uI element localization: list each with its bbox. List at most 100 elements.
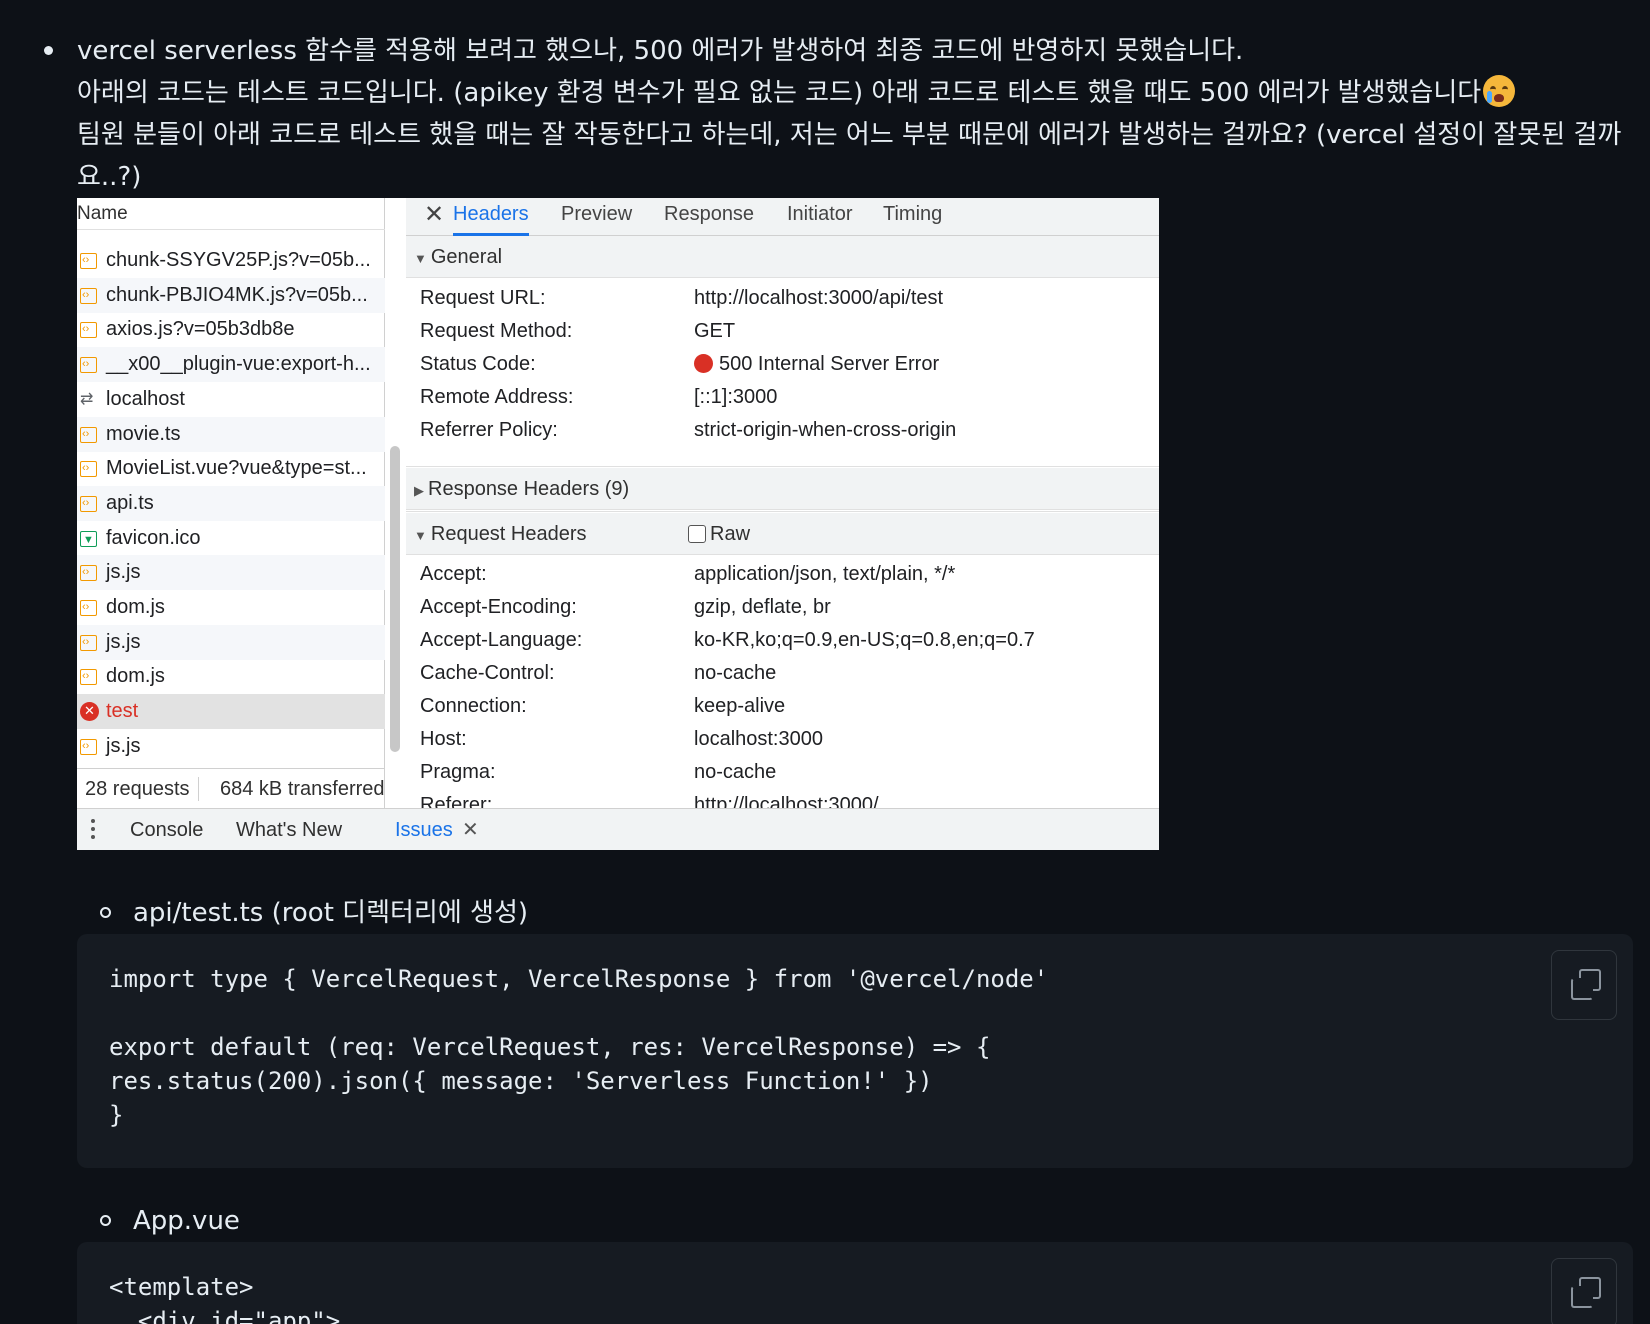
request-name: chunk-SSYGV25P.js?v=05b... [106,249,371,271]
drawer-tab-console[interactable]: Console [130,809,203,850]
request-row[interactable]: js.js [77,729,385,764]
raw-toggle[interactable]: Raw [688,513,750,555]
script-file-icon [80,243,97,278]
request-name: movie.ts [106,422,181,445]
header-value: strict-origin-when-cross-origin [694,419,957,441]
sub-list-bullet [100,1215,111,1226]
drawer-tab-issues[interactable]: Issues [395,809,453,850]
request-row[interactable]: dom.js [77,590,385,625]
drawer-tab-whats-new[interactable]: What's New [236,809,342,850]
network-request-list: Name chunk-SSYGV25P.js?v=05b... chunk-PBJ… [77,198,400,808]
request-row[interactable]: chunk-SSYGV25P.js?v=05b... [77,243,385,278]
header-value: 500 Internal Server Error [694,348,939,381]
header-key: Connection: [420,695,527,717]
request-row[interactable]: __x00__plugin-vue:export-h... [77,347,385,383]
header-key: Pragma: [420,761,496,783]
header-value: gzip, deflate, br [694,596,831,618]
response-headers-title: Response Headers (9) [428,478,630,500]
tab-preview[interactable]: Preview [561,198,632,230]
request-header-row: Pragma: no-cache [406,756,1159,789]
request-row[interactable]: favicon.ico [77,521,385,556]
devtools-drawer-bar: Console What's New Issues ✕ [77,808,1159,850]
script-file-icon [80,417,97,452]
post-line-1: vercel serverless 함수를 적용해 보려고 했으나, 500 에… [77,36,1244,66]
header-value: GET [694,320,736,342]
raw-checkbox[interactable] [688,525,706,543]
general-row: Status Code: 500 Internal Server Error [406,348,1159,381]
status-code-text: 500 Internal Server Error [719,353,940,375]
request-row[interactable]: movie.ts [77,416,385,452]
tab-timing[interactable]: Timing [883,198,942,230]
header-key: Accept-Encoding: [420,596,577,618]
script-file-icon [80,659,97,694]
more-options-icon[interactable] [91,819,95,841]
section-label-api-test: api/test.ts (root 디렉터리에 생성) [133,898,529,928]
general-section-header[interactable]: ▼ General [406,236,1159,278]
request-name: js.js [106,561,141,584]
triangle-down-icon: ▼ [414,251,427,266]
request-row[interactable]: dom.js [77,659,385,694]
divider [406,466,1159,467]
request-headers-section-header[interactable]: ▼ Request Headers Raw [406,513,1159,555]
header-value: keep-alive [694,695,786,717]
name-column-header[interactable]: Name [77,198,385,230]
request-name: axios.js?v=05b3db8e [106,318,295,341]
request-row[interactable]: test [77,694,385,730]
request-headers-title: Request Headers [430,523,587,545]
close-issues-icon[interactable]: ✕ [462,809,479,850]
script-file-icon [80,451,97,486]
request-row[interactable]: chunk-PBJIO4MK.js?v=05b... [77,277,385,313]
header-value: no-cache [694,761,777,783]
code-line: res.status(200).json({ message: 'Serverl… [109,1067,933,1095]
script-file-icon [80,312,97,347]
general-row: Request URL: http://localhost:3000/api/te… [406,282,1159,315]
request-header-row: Host: localhost:3000 [406,723,1159,756]
request-header-row: Accept-Language: ko-KR,ko;q=0.9,en-US;q=0… [406,624,1159,657]
general-title: General [430,246,503,268]
request-row[interactable]: axios.js?v=05b3db8e [77,312,385,347]
post-line-2: 아래의 코드는 테스트 코드입니다. (apikey 환경 변수가 필요 없는 … [77,72,1637,114]
request-name: chunk-PBJIO4MK.js?v=05b... [106,283,368,306]
request-row[interactable]: api.ts [77,485,385,521]
tab-response[interactable]: Response [664,198,754,230]
code-block-app-vue: <template> <div id="app"> [77,1242,1633,1324]
header-value: localhost:3000 [694,728,823,750]
request-row[interactable]: MovieList.vue?vue&type=st... [77,451,385,486]
error-icon [80,694,99,728]
header-key: Accept: [420,563,487,585]
request-row[interactable]: js.js [77,555,385,591]
code-line: <template> [109,1273,254,1301]
tab-initiator[interactable]: Initiator [787,198,853,230]
list-bullet [44,46,53,55]
copy-code-button[interactable] [1551,950,1617,1020]
tab-headers[interactable]: Headers [453,198,529,236]
close-icon[interactable]: ✕ [424,200,444,229]
image-icon [80,523,97,556]
request-header-row: Connection: keep-alive [406,690,1159,723]
request-row[interactable]: localhost [77,382,385,417]
header-value: ko-KR,ko;q=0.9,en-US;q=0.8,en;q=0.7 [694,629,1035,651]
copy-code-button[interactable] [1551,1258,1617,1324]
request-name: js.js [106,734,141,757]
script-file-icon [80,590,97,625]
general-row: Referrer Policy: strict-origin-when-cross… [406,414,1159,447]
header-key: Cache-Control: [420,662,555,684]
code-block-api-test: import type { VercelRequest, VercelRespo… [77,934,1633,1168]
request-header-row: Cache-Control: no-cache [406,657,1159,690]
triangle-right-icon: ▶ [414,483,424,498]
request-list-scrollbar[interactable] [390,446,400,752]
response-headers-section-header[interactable]: ▶ Response Headers (9) [406,468,1159,510]
header-value: http://localhost:3000/api/test [694,287,944,309]
summary-divider [198,777,199,801]
general-row: Request Method: GET [406,315,1159,348]
post-line-4: 요..?) [77,162,142,192]
request-name: dom.js [106,665,165,688]
script-file-icon [80,625,97,660]
header-key: Referrer Policy: [420,419,558,441]
header-value: application/json, text/plain, */* [694,563,956,585]
request-name: MovieList.vue?vue&type=st... [106,457,367,480]
request-row[interactable]: js.js [77,624,385,660]
post-line-3: 팀원 분들이 아래 코드로 테스트 했을 때는 잘 작동한다고 하는데, 저는 … [77,120,1622,150]
request-name: __x00__plugin-vue:export-h... [106,353,371,376]
status-error-dot-icon [694,354,713,373]
